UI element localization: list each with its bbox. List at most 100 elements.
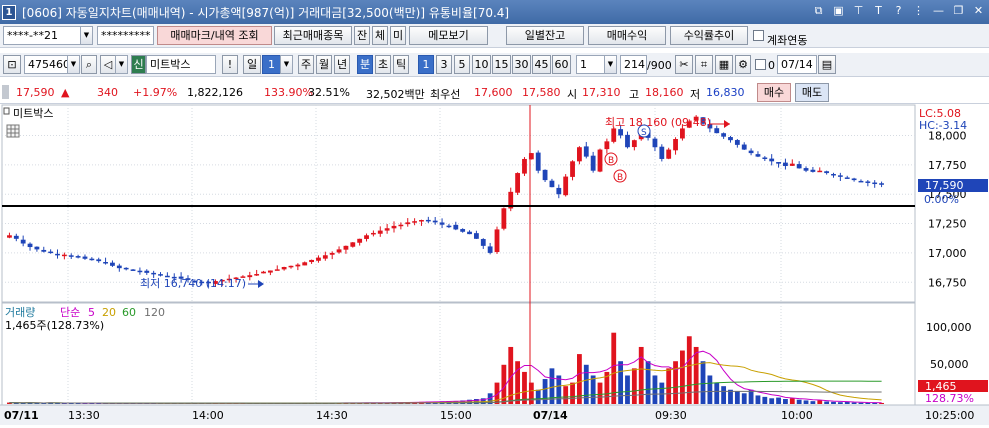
candle: [89, 259, 94, 261]
restore-icon[interactable]: ❐: [952, 4, 965, 18]
candle: [83, 257, 88, 259]
custom-interval-input[interactable]: 1: [576, 55, 606, 74]
gear-icon[interactable]: ⚙: [735, 55, 751, 74]
ma60-legend: 60: [122, 306, 136, 319]
candle: [797, 164, 802, 168]
interval-30-button[interactable]: 30: [512, 55, 531, 74]
candle: [728, 137, 733, 140]
account-link-label: 계좌연동: [767, 32, 807, 48]
interval-15-button[interactable]: 15: [492, 55, 511, 74]
stock-code-dropdown-icon[interactable]: ▼: [67, 55, 80, 74]
period-month-button[interactable]: 월: [316, 55, 332, 74]
custom-interval-dropdown-icon[interactable]: ▼: [604, 55, 617, 74]
candle: [131, 269, 136, 271]
candle: [604, 141, 609, 149]
unfilled-button[interactable]: 미: [390, 26, 406, 45]
period-week-button[interactable]: 주: [298, 55, 314, 74]
chart-settings-icon[interactable]: ⊡: [3, 55, 21, 74]
candle: [632, 140, 637, 147]
speaker-icon[interactable]: ◁: [100, 55, 116, 74]
interval-1-button[interactable]: 1: [418, 55, 434, 74]
password-field[interactable]: *********: [97, 26, 154, 45]
candle: [364, 235, 369, 239]
candle: [584, 146, 589, 156]
low-annotation: 최저 16,740 (14:17): [140, 277, 246, 290]
balance-button[interactable]: 잔: [354, 26, 370, 45]
interval-10-button[interactable]: 10: [472, 55, 491, 74]
account-dropdown-icon[interactable]: ▼: [80, 26, 93, 45]
period-day-button[interactable]: 일: [243, 55, 261, 74]
candle: [309, 260, 314, 262]
help-icon[interactable]: ?: [892, 4, 905, 18]
candle: [488, 246, 493, 252]
minute-chart[interactable]: 미트박스 LC:5.08 HC:-3.14 최고 18,160 (09:48) …: [0, 104, 989, 425]
period-second-button[interactable]: 초: [375, 55, 391, 74]
account-select[interactable]: ****-**21: [3, 26, 81, 45]
yield-trend-button[interactable]: 수익률추이: [670, 26, 748, 45]
high-price: 18,160: [645, 86, 684, 99]
interval-45-button[interactable]: 45: [532, 55, 551, 74]
candle: [344, 246, 349, 250]
candle: [34, 247, 39, 250]
daily-balance-button[interactable]: 일별잔고: [506, 26, 584, 45]
interval-60-button[interactable]: 60: [552, 55, 571, 74]
period-year-button[interactable]: 년: [334, 55, 350, 74]
candle: [76, 256, 81, 258]
link-icon[interactable]: ⧉: [812, 4, 825, 18]
minimize-icon[interactable]: —: [932, 4, 945, 18]
bar-count-total: /900: [647, 59, 672, 72]
volume-sub-label: 1,465주(128.73%): [5, 319, 104, 332]
candle: [110, 263, 115, 266]
grid-icon[interactable]: ▦: [715, 55, 733, 74]
period-value[interactable]: 1: [262, 55, 281, 74]
pin-icon[interactable]: ⊤: [852, 4, 865, 18]
candle: [316, 258, 321, 261]
candle: [21, 240, 26, 244]
svg-text:B: B: [617, 173, 623, 183]
filled-button[interactable]: 체: [372, 26, 388, 45]
trade-profit-button[interactable]: 매매수익: [588, 26, 666, 45]
candle: [14, 236, 19, 239]
chart-area[interactable]: 미트박스 LC:5.08 HC:-3.14 최고 18,160 (09:48) …: [0, 104, 989, 425]
close-icon[interactable]: ✕: [972, 4, 985, 18]
candle: [838, 175, 843, 177]
window-number: 1: [2, 5, 16, 20]
volume-bar: [701, 361, 706, 404]
interval-5-button[interactable]: 5: [454, 55, 470, 74]
candle: [495, 229, 500, 252]
date-input[interactable]: 07/14: [777, 55, 817, 74]
account-link-checkbox[interactable]: [753, 30, 764, 41]
stock-code-input[interactable]: 475460: [24, 55, 68, 74]
speaker-dropdown-icon[interactable]: ▼: [115, 55, 128, 74]
turnover: 32.51%: [308, 86, 350, 99]
table-icon[interactable]: [7, 125, 19, 137]
scissors-icon[interactable]: ✂: [675, 55, 693, 74]
period-tick-button[interactable]: 틱: [393, 55, 409, 74]
info-button[interactable]: !: [222, 55, 238, 74]
volume-bar: [769, 398, 774, 404]
current-price-tag: 17,590: [925, 179, 964, 192]
candle: [481, 239, 486, 246]
memo-button[interactable]: 메모보기: [409, 26, 488, 45]
candle: [28, 244, 33, 247]
buy-button[interactable]: 매수: [757, 83, 791, 102]
copy-icon[interactable]: ▣: [832, 4, 845, 18]
svg-text:B: B: [608, 156, 614, 166]
period-minute-button[interactable]: 분: [357, 55, 373, 74]
volume-bar: [659, 383, 664, 404]
period-dropdown-icon[interactable]: ▼: [280, 55, 293, 74]
trade-mark-button[interactable]: 매매마크/내역 조회: [157, 26, 272, 45]
calendar-icon[interactable]: ▤: [818, 55, 836, 74]
sell-button[interactable]: 매도: [795, 83, 829, 102]
volume-bar: [824, 402, 829, 404]
lock-icon[interactable]: ⌗: [695, 55, 713, 74]
font-icon[interactable]: T: [872, 4, 885, 18]
interval-3-button[interactable]: 3: [436, 55, 452, 74]
time-label: 15:00: [440, 409, 472, 422]
recent-trades-button[interactable]: 최근매매종목: [274, 26, 352, 45]
search-icon[interactable]: ⌕: [81, 55, 97, 74]
time-label: 14:00: [192, 409, 224, 422]
bar-count-input[interactable]: 214: [620, 55, 647, 74]
date-checkbox[interactable]: [755, 59, 766, 70]
price-change-pct: +1.97%: [133, 86, 177, 99]
